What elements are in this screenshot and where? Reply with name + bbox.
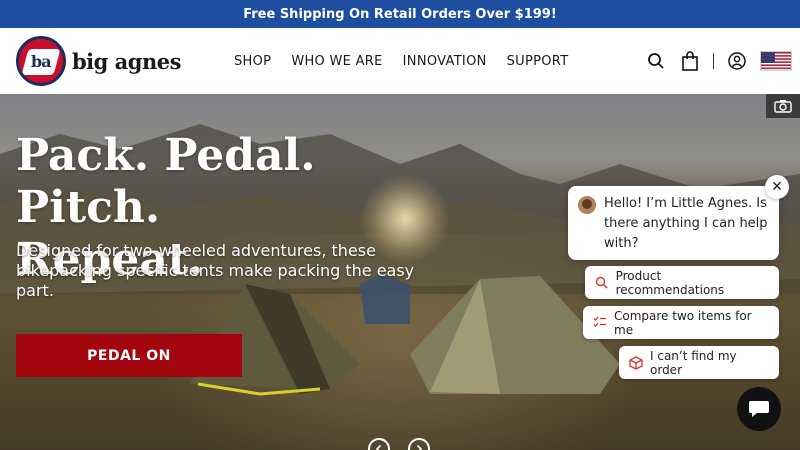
main-nav: SHOP WHO WE ARE INNOVATION SUPPORT <box>234 28 568 94</box>
bag-icon[interactable] <box>679 50 701 72</box>
camera-icon[interactable] <box>766 94 800 118</box>
nav-item-innovation[interactable]: INNOVATION <box>403 54 487 69</box>
hero-title-line-1: Pack. Pedal. Pitch. <box>16 130 316 233</box>
checklist-icon <box>593 316 607 330</box>
search-icon[interactable] <box>645 50 667 72</box>
chat-suggestion-find-order[interactable]: I can’t find my order <box>619 346 779 379</box>
chat-bubble-icon <box>749 401 769 417</box>
nav-item-support[interactable]: SUPPORT <box>507 54 569 69</box>
promo-banner: Free Shipping On Retail Orders Over $199… <box>0 0 800 28</box>
chat-greeting-bubble: Hello! I’m Little Agnes. Is there anythi… <box>568 186 779 260</box>
promo-text: Free Shipping On Retail Orders Over $199… <box>243 6 557 22</box>
chat-suggestion-compare-items[interactable]: Compare two items for me <box>583 306 779 339</box>
carousel-prev-icon[interactable] <box>368 438 390 450</box>
chat-close-button[interactable]: ✕ <box>765 175 789 199</box>
pedal-on-button[interactable]: PEDAL ON <box>16 334 242 377</box>
carousel-controls <box>368 438 430 450</box>
us-flag-icon[interactable] <box>760 51 792 71</box>
package-icon <box>629 355 643 370</box>
header-actions <box>645 28 792 94</box>
brand-logo[interactable]: ba big agnes <box>16 36 216 86</box>
search-icon <box>595 276 609 290</box>
account-icon[interactable] <box>726 50 748 72</box>
logo-badge-text: ba <box>31 52 52 71</box>
chat-launcher-button[interactable] <box>737 387 781 431</box>
chat-avatar <box>578 196 596 214</box>
logo-badge-icon: ba <box>16 36 66 86</box>
brand-name: big agnes <box>72 48 181 74</box>
hero-subtitle: Designed for two-wheeled adventures, the… <box>16 241 415 300</box>
header-divider <box>713 53 714 69</box>
chat-greeting-text: Hello! I’m Little Agnes. Is there anythi… <box>604 196 768 251</box>
site-header: ba big agnes SHOP WHO WE ARE INNOVATION … <box>0 28 800 94</box>
chat-suggestion-product-recommendations[interactable]: Product recommendations <box>585 266 779 299</box>
chat-suggestion-label: I can’t find my order <box>650 348 737 377</box>
chat-suggestion-label: Product recommendations <box>615 268 725 297</box>
nav-item-shop[interactable]: SHOP <box>234 54 271 69</box>
chat-suggestion-label: Compare two items for me <box>614 308 752 337</box>
nav-item-who-we-are[interactable]: WHO WE ARE <box>291 54 382 69</box>
carousel-next-icon[interactable] <box>408 438 430 450</box>
